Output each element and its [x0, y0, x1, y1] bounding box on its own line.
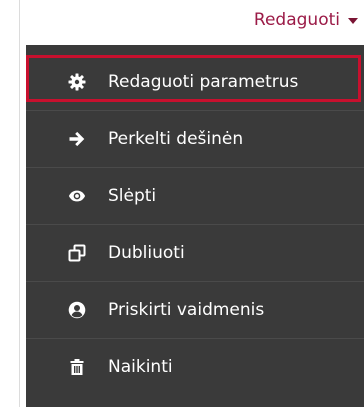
menu-item-duplicate[interactable]: Dubliuoti — [26, 225, 364, 281]
edit-dropdown-toggle[interactable]: Redaguoti — [254, 6, 358, 34]
menu-item-delete[interactable]: Naikinti — [26, 339, 364, 395]
arrow-right-icon — [68, 130, 86, 148]
edit-dropdown-menu: Redaguoti parametrus Perkelti dešinėn Sl… — [26, 45, 364, 407]
caret-down-icon — [348, 18, 358, 24]
menu-item-assign-roles[interactable]: Priskirti vaidmenis — [26, 282, 364, 338]
screenshot-frame: Redaguoti Redaguoti parametrus Perkelti … — [0, 0, 364, 407]
menu-item-label: Redaguoti parametrus — [108, 72, 299, 92]
menu-item-label: Priskirti vaidmenis — [108, 300, 265, 320]
copy-icon — [68, 244, 86, 262]
menu-item-move-right[interactable]: Perkelti dešinėn — [26, 111, 364, 167]
menu-item-label: Naikinti — [108, 357, 173, 377]
menu-item-label: Slėpti — [108, 186, 157, 206]
menu-item-hide[interactable]: Slėpti — [26, 168, 364, 224]
user-circle-icon — [68, 301, 86, 319]
menu-item-label: Perkelti dešinėn — [108, 129, 244, 149]
edit-dropdown-label: Redaguoti — [253, 10, 340, 30]
trash-icon — [68, 358, 86, 376]
menu-item-edit-settings[interactable]: Redaguoti parametrus — [26, 54, 364, 110]
cog-icon — [68, 73, 86, 91]
content-border — [19, 0, 20, 407]
eye-icon — [68, 187, 86, 205]
menu-item-label: Dubliuoti — [108, 243, 185, 263]
